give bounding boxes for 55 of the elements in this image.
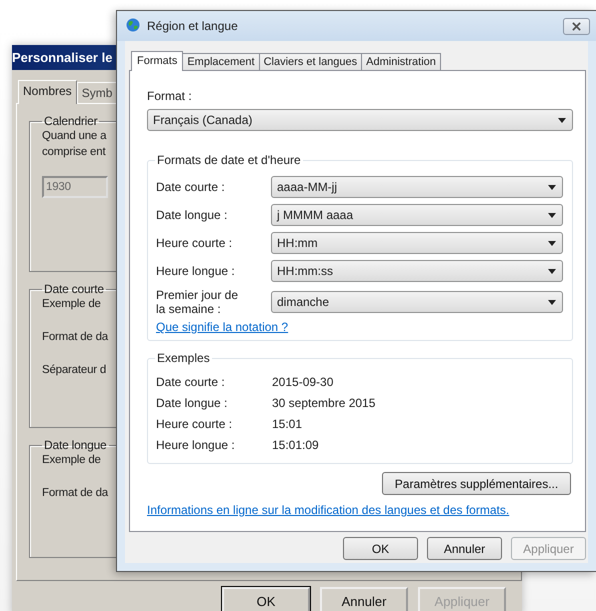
- description-text: Quand une a: [42, 129, 106, 144]
- dialog-button[interactable]: OK: [222, 587, 310, 611]
- field-label: Date longue :: [156, 208, 228, 222]
- example-label: Heure courte :: [156, 417, 234, 432]
- caret-icon: [548, 300, 556, 304]
- format-dropdown[interactable]: dimanche: [271, 291, 563, 313]
- group-title: Exemples: [156, 351, 211, 365]
- caret-icon: [548, 184, 556, 190]
- example-value: 2015-09-30: [272, 375, 334, 390]
- tab[interactable]: Symb: [76, 82, 118, 103]
- field-label: Premier jour de la semaine :: [156, 288, 240, 316]
- format-dropdown[interactable]: HH:mm: [271, 232, 563, 254]
- close-button[interactable]: [563, 18, 590, 34]
- group-title: Calendrier: [43, 114, 98, 128]
- tab[interactable]: Nombres: [18, 80, 77, 104]
- dialog-button[interactable]: Annuler: [427, 537, 502, 560]
- example-label: Date longue :: [156, 396, 228, 411]
- format-dropdown[interactable]: aaaa-MM-jj: [271, 176, 563, 198]
- window-title: Région et langue: [147, 19, 239, 33]
- format-dropdown[interactable]: HH:mm:ss: [271, 260, 563, 282]
- field-label: Séparateur d: [42, 363, 106, 378]
- globe-icon: [125, 18, 141, 34]
- caret-icon: [548, 212, 556, 218]
- caret-icon: [548, 268, 556, 274]
- example-value: 15:01:09: [272, 438, 319, 453]
- field-label: Exemple de: [42, 453, 101, 468]
- close-icon: [572, 22, 581, 30]
- field-label: Heure longue :: [156, 264, 235, 278]
- tab[interactable]: Formats: [131, 51, 184, 71]
- field-label: Format de da: [42, 486, 108, 501]
- tab[interactable]: Emplacement: [182, 53, 260, 70]
- example-value: 30 septembre 2015: [272, 396, 376, 411]
- example-label: Heure longue :: [156, 438, 236, 453]
- info-link[interactable]: Informations en ligne sur la modification des langues et des formats.: [147, 503, 510, 517]
- tab[interactable]: Claviers et langues: [258, 53, 362, 70]
- caret-icon: [548, 240, 556, 246]
- group-title: Formats de date et d'heure: [156, 153, 302, 167]
- field-label: Exemple de: [42, 297, 101, 312]
- dialog-button[interactable]: Annuler: [320, 587, 408, 611]
- group-title: Date longue: [43, 438, 108, 452]
- tab[interactable]: Administration: [361, 53, 441, 70]
- group-title: Date courte: [43, 282, 105, 296]
- format-dropdown[interactable]: j MMMM aaaa: [271, 204, 563, 226]
- field-label: Date courte :: [156, 180, 225, 194]
- dialog-button[interactable]: OK: [343, 537, 418, 560]
- more-settings-button[interactable]: Paramètres supplémentaires...: [382, 472, 571, 495]
- field-label: Heure courte :: [156, 236, 232, 250]
- field-label: Format :: [147, 89, 192, 103]
- format-dropdown[interactable]: Français (Canada): [147, 109, 573, 131]
- field-label: Format de da: [42, 330, 108, 345]
- example-label: Date courte :: [156, 375, 226, 390]
- caret-icon: [558, 118, 566, 122]
- notation-link[interactable]: Que signifie la notation ?: [156, 320, 288, 334]
- example-value: 15:01: [272, 417, 302, 432]
- description-text: comprise ent: [42, 145, 106, 160]
